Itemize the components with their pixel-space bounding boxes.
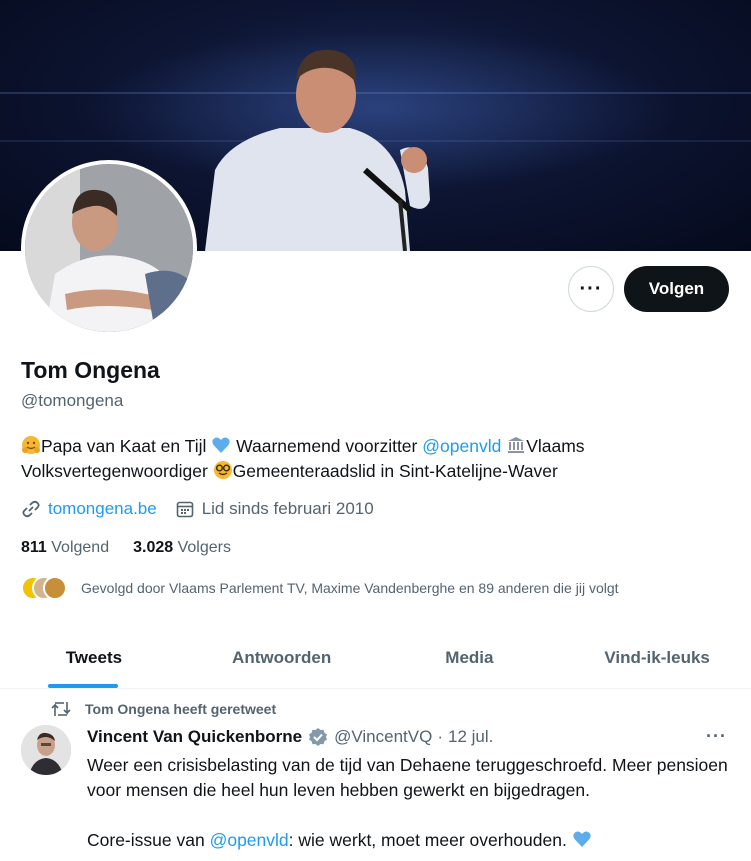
retweet-icon xyxy=(51,702,71,716)
tweet-header: Vincent Van Quickenborne @VincentVQ · 12… xyxy=(87,726,727,747)
followers-count: 3.028 xyxy=(133,539,174,556)
retweet-context[interactable]: Tom Ongena heeft geretweet xyxy=(51,700,276,718)
bio-text-2: Waarnemend voorzitter xyxy=(236,436,418,456)
avatar-portrait xyxy=(25,164,193,332)
hugging-face-emoji-icon xyxy=(22,436,40,454)
bio-mention-openvld[interactable]: @openvld xyxy=(422,436,501,456)
tab-tweets[interactable]: Tweets xyxy=(0,628,188,688)
more-dots-icon: ··· xyxy=(579,277,603,300)
profile-website-link[interactable]: tomongena.be xyxy=(48,499,157,519)
retweeted-by-text: Tom Ongena heeft geretweet xyxy=(85,701,277,717)
verified-badge-icon xyxy=(309,727,328,746)
profile-bio: Papa van Kaat en Tijl Waarnemend voorzit… xyxy=(21,434,736,484)
link-icon xyxy=(22,500,40,518)
tweet-paragraph-1: Weer een crisisbelasting van de tijd van… xyxy=(87,755,728,800)
nerd-face-emoji-icon xyxy=(213,461,232,479)
tab-likes[interactable]: Vind-ik-leuks xyxy=(563,628,751,688)
profile-avatar[interactable] xyxy=(21,160,197,336)
tweet-more-icon[interactable]: ··· xyxy=(706,726,727,747)
followed-by-avatars xyxy=(21,576,67,600)
tweet-author-name[interactable]: Vincent Van Quickenborne xyxy=(87,727,302,747)
followed-by-text: Gevolgd door Vlaams Parlement TV, Maxime… xyxy=(81,580,619,596)
follower-avatar xyxy=(43,576,67,600)
tweet-date[interactable]: 12 jul. xyxy=(448,727,493,747)
calendar-icon xyxy=(176,501,194,518)
tab-media[interactable]: Media xyxy=(376,628,564,688)
tweet-avatar-portrait xyxy=(21,725,71,775)
active-tab-indicator xyxy=(48,684,118,688)
classical-building-icon xyxy=(508,437,525,453)
bio-text-1: Papa van Kaat en Tijl xyxy=(41,436,207,456)
tweet-author-handle[interactable]: @VincentVQ xyxy=(334,727,432,747)
followers-stat[interactable]: 3.028 Volgers xyxy=(133,539,231,557)
profile-tabs: Tweets Antwoorden Media Vind-ik-leuks xyxy=(0,628,751,689)
profile-stats: 811 Volgend 3.028 Volgers xyxy=(21,539,231,557)
followed-by-row[interactable]: Gevolgd door Vlaams Parlement TV, Maxime… xyxy=(21,576,619,600)
following-count: 811 xyxy=(21,539,47,556)
tweet-author-avatar[interactable] xyxy=(21,725,71,775)
profile-handle: @tomongena xyxy=(21,391,124,410)
follow-button[interactable]: Volgen xyxy=(624,266,729,312)
more-options-button[interactable]: ··· xyxy=(568,266,614,312)
tweet-text: Weer een crisisbelasting van de tijd van… xyxy=(87,753,732,853)
following-label: Volgend xyxy=(51,539,110,556)
profile-name: Tom Ongena xyxy=(21,357,160,383)
blue-heart-icon xyxy=(212,437,230,453)
tweet-mention-openvld[interactable]: @openvld xyxy=(210,830,289,850)
blue-heart-icon xyxy=(573,831,591,847)
tweet-paragraph-2: Core-issue van @openvld: wie werkt, moet… xyxy=(87,828,732,853)
following-stat[interactable]: 811 Volgend xyxy=(21,539,109,557)
tweet-separator: · xyxy=(437,726,443,746)
tab-replies[interactable]: Antwoorden xyxy=(188,628,376,688)
profile-meta: tomongena.be Lid sinds februari 2010 xyxy=(21,499,374,519)
followers-label: Volgers xyxy=(177,539,231,556)
profile-join-date: Lid sinds februari 2010 xyxy=(201,499,374,518)
bio-text-4: Gemeenteraadslid in Sint-Katelijne-Waver xyxy=(232,461,558,481)
